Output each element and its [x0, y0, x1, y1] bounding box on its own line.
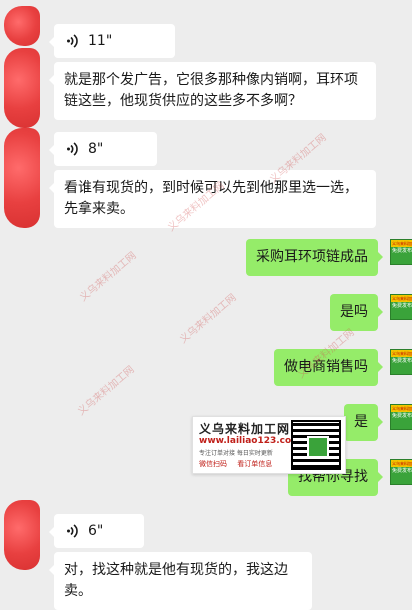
voice-message[interactable]: 6": [49, 514, 144, 548]
voice-duration: 11": [88, 32, 113, 49]
avatar-brand-text: 义乌来料加工网: [391, 350, 412, 357]
avatar-sub-text: 免费发布: [392, 303, 412, 309]
message-text: 是: [354, 414, 368, 430]
text-message[interactable]: 是吗: [330, 294, 383, 331]
message-text: 看谁有现货的，到时候可以先到他那里选一选，先拿来卖。: [64, 180, 358, 217]
watermark-text: 义乌来料加工网: [75, 364, 137, 418]
my-avatar[interactable]: 义乌来料加工网 免费发布: [390, 239, 412, 265]
watermark-text: 义乌来料加工网: [77, 250, 139, 304]
text-message[interactable]: 采购耳环项链成品: [246, 239, 383, 276]
text-message[interactable]: 做电商销售吗: [274, 349, 383, 386]
message-text: 对，找这种就是他有现货的，我这边卖。: [64, 562, 288, 599]
contact-avatar[interactable]: [4, 6, 40, 46]
message-text: 就是那个发广告，它很多那种像内销啊，耳环项链这些，他现货供应的这些多不多啊？: [64, 72, 358, 109]
my-avatar[interactable]: 义乌来料加工网 免费发布: [390, 294, 412, 320]
ad-scan-link: 微信扫码: [199, 460, 227, 468]
text-message[interactable]: 是: [344, 404, 383, 441]
voice-wave-icon: [66, 34, 80, 48]
avatar-sub-text: 免费发布: [392, 413, 412, 419]
text-message[interactable]: 对，找这种就是他有现货的，我这边卖。: [49, 552, 312, 610]
voice-message[interactable]: 8": [49, 132, 157, 166]
avatar-sub-text: 免费发布: [392, 248, 412, 254]
avatar-sub-text: 免费发布: [392, 358, 412, 364]
watermark-text: 义乌来料加工网: [177, 292, 239, 346]
avatar-brand-text: 义乌来料加工网: [391, 295, 412, 302]
voice-wave-icon: [66, 142, 80, 156]
avatar-brand-text: 义乌来料加工网: [391, 405, 412, 412]
ad-tagline: 专注订单对接 每日实时更新: [199, 450, 273, 457]
voice-duration: 6": [88, 522, 104, 539]
avatar-brand-text: 义乌来料加工网: [391, 460, 412, 467]
voice-wave-icon: [66, 524, 80, 538]
qr-code-icon: [291, 420, 341, 470]
my-avatar[interactable]: 义乌来料加工网 免费发布: [390, 349, 412, 375]
ad-links: 微信扫码 看订单信息: [199, 459, 280, 469]
contact-avatar[interactable]: [4, 48, 40, 128]
avatar-sub-text: 免费发布: [392, 468, 412, 474]
message-text: 做电商销售吗: [284, 359, 368, 375]
text-message[interactable]: 就是那个发广告，它很多那种像内销啊，耳环项链这些，他现货供应的这些多不多啊？: [49, 62, 376, 120]
ad-orders-link: 看订单信息: [237, 460, 273, 468]
message-text: 是吗: [340, 304, 368, 320]
my-avatar[interactable]: 义乌来料加工网 免费发布: [390, 404, 412, 430]
ad-url: www.lailiao123.com: [199, 436, 301, 446]
advertisement-banner[interactable]: 义乌来料加工网 www.lailiao123.com 专注订单对接 每日实时更新…: [192, 416, 346, 474]
voice-duration: 8": [88, 140, 104, 157]
contact-avatar[interactable]: [4, 128, 40, 228]
message-text: 采购耳环项链成品: [256, 249, 368, 265]
avatar-brand-text: 义乌来料加工网: [391, 240, 412, 247]
voice-message[interactable]: 11": [49, 24, 175, 58]
contact-avatar[interactable]: [4, 500, 40, 570]
text-message[interactable]: 看谁有现货的，到时候可以先到他那里选一选，先拿来卖。: [49, 170, 376, 228]
ad-title: 义乌来料加工网: [199, 422, 291, 436]
my-avatar[interactable]: 义乌来料加工网 免费发布: [390, 459, 412, 485]
